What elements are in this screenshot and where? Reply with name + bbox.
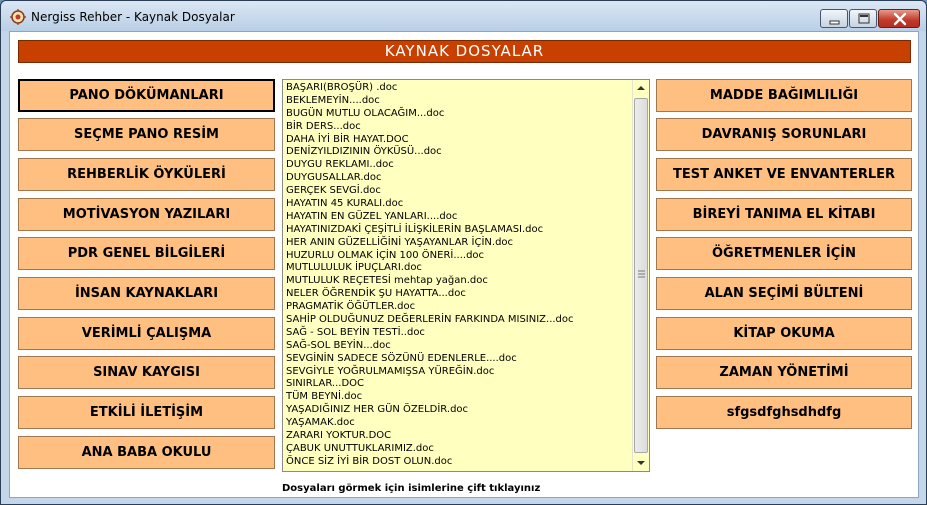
category-button-sfgsdfghsdhdfg[interactable]: sfgsdfghsdhdfg (656, 396, 912, 429)
category-button-bireyi-tanima[interactable]: BİREYİ TANIMA EL KİTABI (656, 198, 912, 231)
list-item[interactable]: HAYATINIZDAKİ ÇEŞİTLİ İLİŞKİLERİN BAŞLAM… (286, 224, 630, 237)
category-button-verimli-calisma[interactable]: VERİMLİ ÇALIŞMA (18, 317, 275, 350)
list-item[interactable]: HAYATIN 45 KURALI.doc (286, 198, 630, 211)
category-button-motivasyon-yazilari[interactable]: MOTİVASYON YAZILARI (18, 198, 275, 231)
list-item[interactable]: HAYATIN EN GÜZEL YANLARI....doc (286, 211, 630, 224)
category-button-rehberlik-oykuleri[interactable]: REHBERLİK ÖYKÜLERİ (18, 158, 275, 191)
list-item[interactable]: ÖNCE SİZ İYİ BİR DOST OLUN.doc (286, 456, 630, 469)
app-icon (10, 9, 26, 25)
list-item[interactable]: HER ANIN GÜZELLİĞİNİ YAŞAYANLAR İÇİN.doc (286, 237, 630, 250)
category-button-etkili-iletisim[interactable]: ETKİLİ İLETİŞİM (18, 396, 275, 429)
main-panel: KAYNAK DOSYALAR PANO DÖKÜMANLARI SEÇME P… (9, 31, 919, 498)
list-item[interactable]: SAHİP OLDUĞUNUZ DEĞERLERİN FARKINDA MISI… (286, 314, 630, 327)
file-listbox[interactable]: BAŞARI(BROŞÜR) .doc BEKLEMEYİN....doc BUGÜ… (282, 79, 650, 472)
category-button-kitap-okuma[interactable]: KİTAP OKUMA (656, 317, 912, 350)
list-item[interactable]: DUYGU REKLAMI..doc (286, 159, 630, 172)
list-item[interactable]: SINIRLAR...DOC (286, 378, 630, 391)
vertical-scrollbar[interactable] (632, 80, 649, 471)
list-item[interactable]: SEVGİNİN SADECE SÖZÜNÜ EDENLERLE....doc (286, 353, 630, 366)
maximize-button[interactable] (849, 9, 877, 28)
list-item[interactable]: BİR DERS...doc (286, 121, 630, 134)
list-item[interactable]: BAŞARI(BROŞÜR) .doc (286, 82, 630, 95)
category-button-alan-secimi[interactable]: ALAN SEÇİMİ BÜLTENİ (656, 277, 912, 310)
category-button-davranis-sorunlari[interactable]: DAVRANIŞ SORUNLARI (656, 118, 912, 151)
app-window: Nergiss Rehber - Kaynak Dosyalar KAYNAK … (0, 0, 927, 505)
category-button-secme-pano-resim[interactable]: SEÇME PANO RESİM (18, 118, 275, 151)
title-bar[interactable]: Nergiss Rehber - Kaynak Dosyalar (1, 1, 926, 31)
list-item[interactable]: YAŞAMAK.doc (286, 417, 630, 430)
category-button-insan-kaynaklari[interactable]: İNSAN KAYNAKLARI (18, 277, 275, 310)
page-title: KAYNAK DOSYALAR (18, 40, 911, 63)
category-button-ogretmenler-icin[interactable]: ÖĞRETMENLER İÇİN (656, 237, 912, 270)
list-item[interactable]: SAĞ-SOL BEYİN...doc (286, 340, 630, 353)
close-icon (893, 12, 907, 26)
category-button-sinav-kaygisi[interactable]: SINAV KAYGISI (18, 356, 275, 389)
close-button[interactable] (878, 9, 920, 28)
list-item[interactable]: BEKLEMEYİN....doc (286, 95, 630, 108)
list-item[interactable]: MUTLULUK REÇETESİ mehtap yağan.doc (286, 275, 630, 288)
minimize-button[interactable] (820, 9, 848, 28)
instruction-text: Dosyaları görmek için isimlerine çift tı… (282, 483, 541, 494)
category-button-zaman-yonetimi[interactable]: ZAMAN YÖNETİMİ (656, 356, 912, 389)
category-button-pdr-genel-bilgileri[interactable]: PDR GENEL BİLGİLERİ (18, 237, 275, 270)
list-item[interactable]: DUYGUSALLAR.doc (286, 172, 630, 185)
scrollbar-thumb[interactable] (634, 98, 648, 453)
maximize-icon (858, 13, 870, 24)
list-item[interactable]: ÇABUK UNUTTUKLARIMIZ.doc (286, 443, 630, 456)
category-button-pano-dokumanlari[interactable]: PANO DÖKÜMANLARI (18, 79, 275, 112)
list-item[interactable]: NELER ÖĞRENDİK ŞU HAYATTA...doc (286, 288, 630, 301)
list-item[interactable]: YAŞADIĞINIZ HER GÜN ÖZELDİR.doc (286, 404, 630, 417)
scroll-down-arrow-icon[interactable] (633, 454, 649, 471)
window-title: Nergiss Rehber - Kaynak Dosyalar (31, 10, 235, 24)
minimize-icon (829, 20, 840, 25)
category-button-madde-bagimliligi[interactable]: MADDE BAĞIMLILIĞI (656, 79, 912, 112)
list-item[interactable]: MUTLULULUK İPUÇLARI.doc (286, 262, 630, 275)
file-list: BAŞARI(BROŞÜR) .doc BEKLEMEYİN....doc BUGÜ… (286, 82, 630, 469)
scroll-up-arrow-icon[interactable] (633, 80, 649, 97)
grip-icon (638, 270, 645, 278)
list-item[interactable]: SEVGİYLE YOĞRULMAMIŞSA YÜREĞİN.doc (286, 366, 630, 379)
list-item[interactable]: HUZURLU OLMAK İÇİN 100 ÖNERİ....doc (286, 250, 630, 263)
list-item[interactable]: SAĞ - SOL BEYİN TESTİ..doc (286, 327, 630, 340)
list-item[interactable]: TÜM BEYNİ.doc (286, 391, 630, 404)
list-item[interactable]: DENİZYILDIZININ ÖYKÜSÜ...doc (286, 146, 630, 159)
list-item[interactable]: PRAGMATİK ÖĞÜTLER.doc (286, 301, 630, 314)
list-item[interactable]: GERÇEK SEVGİ.doc (286, 185, 630, 198)
list-item[interactable]: DAHA İYİ BİR HAYAT.DOC (286, 134, 630, 147)
category-button-test-anket[interactable]: TEST ANKET VE ENVANTERLER (656, 158, 912, 191)
category-button-ana-baba-okulu[interactable]: ANA BABA OKULU (18, 436, 275, 469)
list-item[interactable]: BUGÜN MUTLU OLACAĞIM...doc (286, 108, 630, 121)
list-item[interactable]: ZARARI YOKTUR.DOC (286, 430, 630, 443)
